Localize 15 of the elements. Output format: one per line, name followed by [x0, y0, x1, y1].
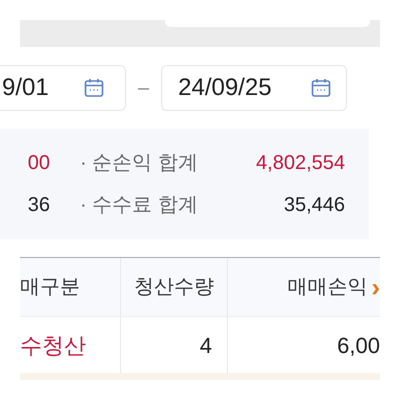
- summary-label: · 순손익 합계: [80, 151, 198, 176]
- summary-value: 4,802,554: [256, 151, 345, 176]
- column-header: 매매손익›: [227, 258, 380, 316]
- range-separator: –: [138, 76, 150, 101]
- summary-value: 35,446: [284, 193, 345, 218]
- table-cell-text: 수청산: [20, 332, 87, 360]
- summary-value: 36: [26, 193, 50, 218]
- column-header: 청산수량: [120, 258, 227, 316]
- calendar-icon[interactable]: [310, 77, 332, 99]
- summary-value: 00: [26, 151, 50, 176]
- column-header: 매구분: [20, 275, 81, 300]
- end-date-field[interactable]: 24/09/25: [161, 65, 348, 111]
- summary-label: · 수수료 합계: [80, 193, 198, 218]
- start-date-field[interactable]: 9/01: [0, 65, 126, 111]
- calendar-icon[interactable]: [83, 77, 105, 99]
